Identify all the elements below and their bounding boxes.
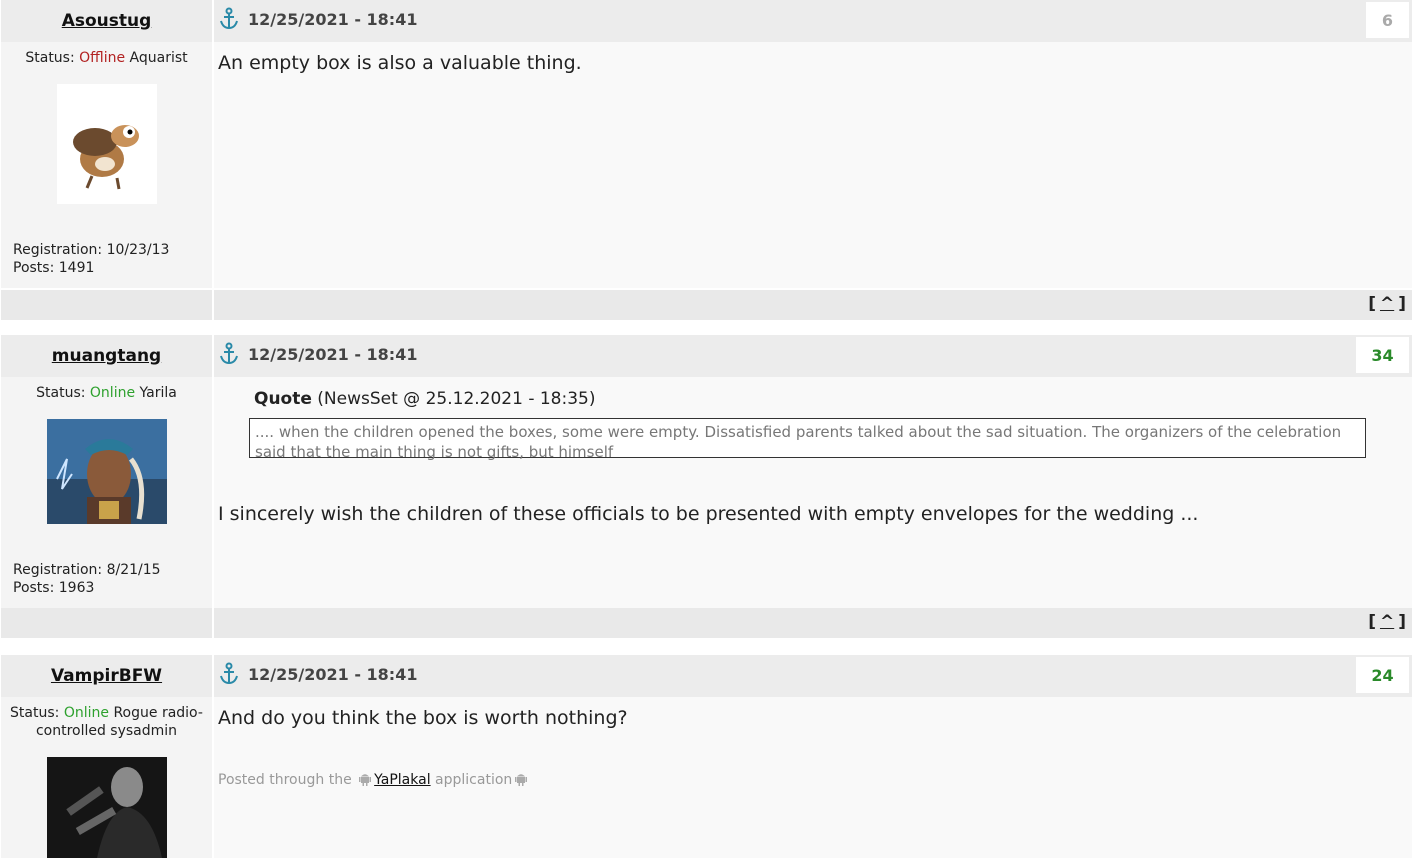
- author-link[interactable]: muangtang: [52, 346, 161, 366]
- user-info: Status: Offline Aquarist Registration: 1…: [1, 42, 212, 288]
- user-status: Status: Online Yarila: [36, 385, 177, 401]
- author-link[interactable]: Asoustug: [62, 11, 152, 31]
- post-footer: [^]: [214, 608, 1412, 638]
- app-link[interactable]: YaPlakal: [374, 772, 430, 788]
- user-rank: Yarila: [139, 385, 177, 401]
- user-info: Status: Online Yarila Registration: 8/21…: [1, 377, 212, 608]
- post-body: An empty box is also a valuable thing.: [214, 42, 1412, 288]
- user-rank: Aquarist: [129, 50, 188, 66]
- user-status: Status: Online Rogue radio-controlled sy…: [10, 705, 203, 739]
- anchor-icon[interactable]: [219, 662, 239, 686]
- user-registration: Registration: 10/23/13 Posts: 1491: [13, 242, 170, 276]
- post-date: 12/25/2021 - 18:41: [248, 665, 418, 684]
- android-icon: [515, 774, 528, 786]
- rating-badge[interactable]: 6: [1366, 2, 1409, 38]
- anchor-icon[interactable]: [219, 342, 239, 366]
- warrior-avatar: [47, 419, 167, 524]
- post-date: 12/25/2021 - 18:41: [248, 10, 418, 29]
- status-online: Online: [89, 385, 136, 401]
- hitman-avatar: [47, 757, 167, 858]
- post-footer-left: [1, 608, 212, 638]
- post-body: Quote (NewsSet @ 25.12.2021 - 18:35) ...…: [214, 377, 1412, 608]
- author-cell: muangtang: [1, 335, 212, 377]
- android-icon: [359, 774, 372, 786]
- status-offline: Offline: [79, 50, 126, 66]
- post-body: And do you think the box is worth nothin…: [214, 697, 1412, 858]
- author-cell: Asoustug: [1, 0, 212, 42]
- posted-via: Posted through the YaPlakal application: [218, 772, 530, 788]
- status-online: Online: [63, 705, 109, 721]
- post-text: And do you think the box is worth nothin…: [218, 707, 628, 729]
- anchor-icon[interactable]: [219, 7, 239, 31]
- user-info: Status: Online Rogue radio-controlled sy…: [1, 697, 212, 858]
- scroll-top-link[interactable]: [^]: [1368, 612, 1406, 632]
- rating-badge[interactable]: 34: [1356, 337, 1409, 373]
- scroll-top-link[interactable]: [^]: [1368, 294, 1406, 314]
- post-footer: [^]: [214, 290, 1412, 320]
- post-text: I sincerely wish the children of these o…: [218, 503, 1199, 525]
- quote-block: .... when the children opened the boxes,…: [249, 418, 1366, 461]
- post-header: 12/25/2021 - 18:41 24: [214, 655, 1412, 697]
- rating-badge[interactable]: 24: [1356, 657, 1409, 693]
- post-date: 12/25/2021 - 18:41: [248, 345, 418, 364]
- post-text: An empty box is also a valuable thing.: [218, 52, 582, 74]
- post-footer-left: [1, 290, 212, 320]
- squirrel-avatar: [57, 84, 157, 204]
- user-rank: Rogue radio-controlled sysadmin: [35, 705, 203, 739]
- post-header: 12/25/2021 - 18:41 6: [214, 0, 1412, 42]
- post-header: 12/25/2021 - 18:41 34: [214, 335, 1412, 377]
- author-link[interactable]: VampirBFW: [51, 666, 162, 686]
- user-status: Status: Offline Aquarist: [25, 50, 188, 66]
- user-registration: Registration: 8/21/15 Posts: 1963: [13, 562, 161, 596]
- quote-header: Quote (NewsSet @ 25.12.2021 - 18:35): [254, 389, 596, 409]
- author-cell: VampirBFW: [1, 655, 212, 697]
